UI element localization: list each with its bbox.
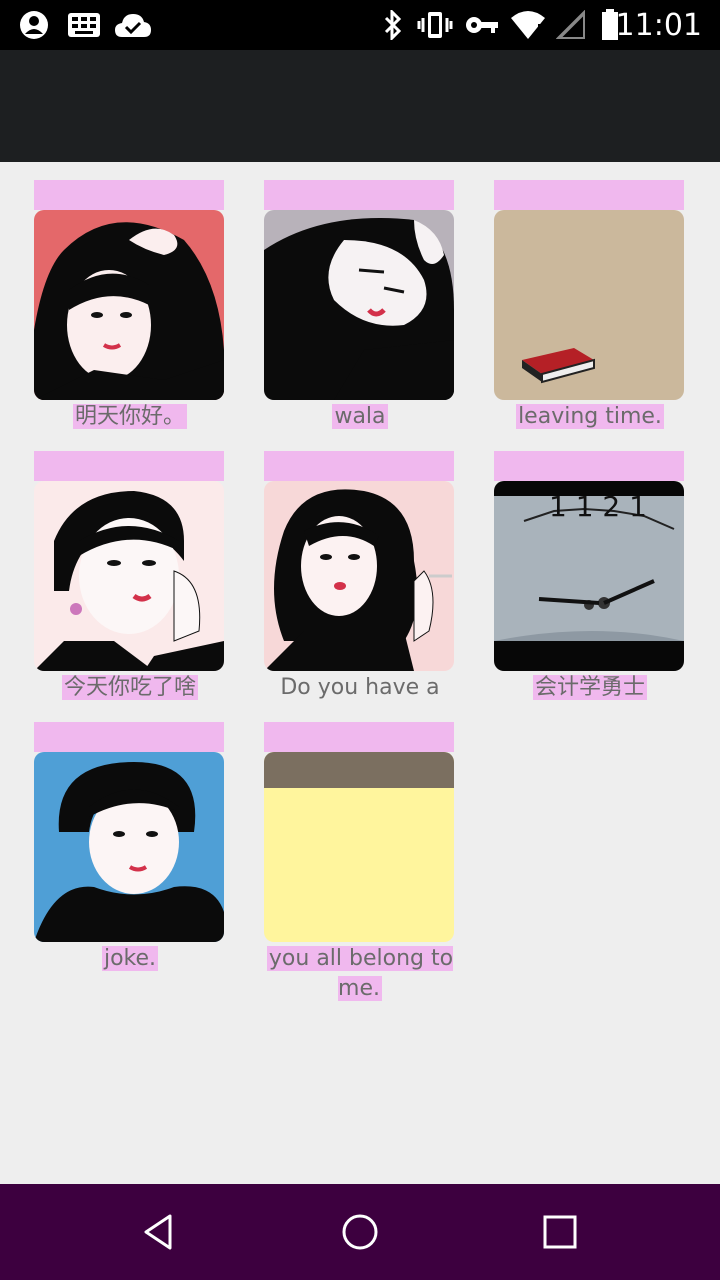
svg-text:1 1 2 1: 1 1 2 1 (549, 490, 647, 523)
yellow-note-image[interactable] (264, 752, 454, 942)
woman-hand-on-cheek-image[interactable] (34, 481, 224, 671)
bluetooth-icon (380, 7, 406, 43)
cloud-check-icon (112, 7, 154, 43)
woman-hands-on-head-image[interactable] (34, 210, 224, 400)
back-button[interactable] (80, 1184, 240, 1280)
item-header-bar (34, 722, 224, 752)
keyboard-icon (64, 7, 104, 43)
item-caption: Do you have a (280, 675, 440, 700)
back-icon (144, 1214, 172, 1250)
item-caption: 今天你吃了啥 (61, 675, 198, 700)
app-bar (0, 50, 720, 162)
grid-item[interactable]: leaving time. (476, 162, 704, 432)
account-icon (16, 7, 52, 43)
woman-resting-head-image[interactable] (264, 210, 454, 400)
item-header-bar (264, 180, 454, 210)
item-header-bar (494, 180, 684, 210)
red-book-image[interactable] (494, 210, 684, 400)
grid-item[interactable]: 1 1 2 1 会计学勇士 (476, 433, 704, 703)
home-button[interactable] (280, 1184, 440, 1280)
woman-with-cigarette-image[interactable] (264, 481, 454, 671)
item-caption: joke. (101, 946, 159, 971)
item-header-bar (34, 451, 224, 481)
woman-blue-background-image[interactable] (34, 752, 224, 942)
image-grid[interactable]: 明天你好。 wala leaving time. 今天你吃了啥 Do you h… (0, 162, 720, 1184)
recents-button[interactable] (480, 1184, 640, 1280)
status-time: 11:01 (615, 8, 702, 43)
grid-item[interactable]: joke. (16, 704, 244, 974)
vibrate-icon (414, 7, 456, 43)
clock-face-image[interactable]: 1 1 2 1 (494, 481, 684, 671)
no-signal-icon (554, 7, 588, 43)
vpn-key-icon (464, 7, 500, 43)
grid-item[interactable]: 今天你吃了啥 (16, 433, 244, 703)
status-bar: 11:01 (0, 0, 720, 50)
item-header-bar (264, 451, 454, 481)
wifi-icon (508, 7, 548, 43)
item-caption: you all belong to me. (266, 946, 454, 1001)
item-caption: leaving time. (516, 404, 664, 429)
grid-item[interactable]: you all belong to me. (246, 704, 474, 1001)
item-header-bar (264, 722, 454, 752)
navigation-bar (0, 1184, 720, 1280)
item-caption: wala (332, 404, 388, 429)
grid-item[interactable]: Do you have a (246, 433, 474, 703)
recents-icon (543, 1215, 577, 1249)
item-caption: 会计学勇士 (532, 675, 647, 700)
item-header-bar (494, 451, 684, 481)
grid-item[interactable]: wala (246, 162, 474, 432)
item-caption: 明天你好。 (72, 404, 187, 429)
grid-item[interactable]: 明天你好。 (16, 162, 244, 432)
item-header-bar (34, 180, 224, 210)
home-icon (342, 1214, 378, 1250)
